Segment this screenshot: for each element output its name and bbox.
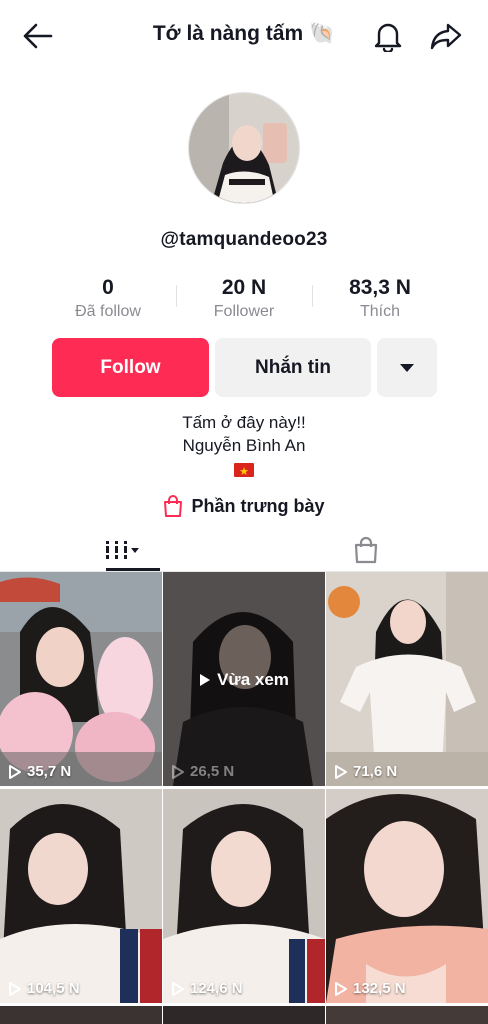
view-count-label: 35,7 N <box>27 763 72 780</box>
play-icon <box>335 981 347 996</box>
follow-button[interactable]: Follow <box>52 338 209 397</box>
play-icon <box>200 674 211 686</box>
view-count: 26,5 N <box>171 763 234 780</box>
content-tabs <box>0 528 488 572</box>
grid-menu-icon <box>106 541 139 559</box>
view-count: 35,7 N <box>8 763 71 780</box>
active-tab-indicator <box>106 568 160 571</box>
play-icon <box>172 981 184 996</box>
video-thumbnail[interactable]: 104,5 N <box>0 789 162 1003</box>
share-icon[interactable] <box>428 18 464 54</box>
tab-shop[interactable] <box>244 528 488 572</box>
video-grid: 35,7 N Vừa xem 26,5 N 71,6 N 104,5 N 124… <box>0 572 488 1024</box>
message-button[interactable]: Nhắn tin <box>215 338 371 397</box>
following-stat[interactable]: 0 Đã follow <box>38 276 178 321</box>
video-thumbnail[interactable] <box>326 1006 488 1024</box>
play-icon <box>172 764 184 779</box>
username-handle: @tamquandeoo23 <box>160 229 328 250</box>
profile-stats: 0 Đã follow 20 N Follower 83,3 N Thích <box>0 276 488 326</box>
view-count: 132,5 N <box>334 980 406 997</box>
vietnam-flag-icon <box>234 461 254 484</box>
play-icon <box>9 981 21 996</box>
showcase-label: Phần trưng bày <box>191 495 325 516</box>
likes-count: 83,3 N <box>349 276 411 299</box>
video-thumbnail[interactable]: 71,6 N <box>326 572 488 786</box>
avatar[interactable] <box>188 92 300 204</box>
view-count-label: 26,5 N <box>190 763 235 780</box>
shopping-bag-icon <box>354 536 378 564</box>
caret-down-icon <box>400 363 414 372</box>
more-options-button[interactable] <box>377 338 437 397</box>
view-count: 71,6 N <box>334 763 397 780</box>
followers-label: Follower <box>213 303 275 320</box>
showcase-link[interactable]: Phần trưng bày <box>0 492 488 520</box>
video-thumbnail[interactable]: 35,7 N <box>0 572 162 786</box>
page-title: Tớ là nàng tấm 🐚 <box>152 22 336 45</box>
view-count-label: 104,5 N <box>27 980 80 997</box>
view-count: 124,6 N <box>171 980 243 997</box>
bio-line: Nguyễn Bình An <box>182 436 306 455</box>
view-count: 104,5 N <box>8 980 80 997</box>
bell-icon[interactable] <box>370 18 406 54</box>
watched-label: Vừa xem <box>217 670 289 689</box>
view-count-label: 124,6 N <box>190 980 243 997</box>
profile-actions: Follow Nhắn tin <box>0 338 488 398</box>
watched-overlay: Vừa xem <box>163 670 325 690</box>
following-label: Đã follow <box>75 303 141 320</box>
likes-label: Thích <box>359 303 400 320</box>
shopping-bag-icon <box>164 495 183 517</box>
video-thumbnail[interactable]: 132,5 N <box>326 789 488 1003</box>
top-bar: Tớ là nàng tấm 🐚 <box>0 0 488 72</box>
followers-stat[interactable]: 20 N Follower <box>174 276 314 321</box>
profile-bio: Tấm ở đây này!! Nguyễn Bình An <box>0 411 488 484</box>
view-count-label: 71,6 N <box>353 763 398 780</box>
followers-count: 20 N <box>221 276 267 299</box>
following-count: 0 <box>102 276 114 299</box>
bio-line: Tấm ở đây này!! <box>182 413 306 432</box>
video-thumbnail[interactable]: Vừa xem 26,5 N <box>163 572 325 786</box>
play-icon <box>335 764 347 779</box>
view-count-label: 132,5 N <box>353 980 406 997</box>
video-thumbnail[interactable] <box>0 1006 162 1024</box>
play-icon <box>9 764 21 779</box>
back-arrow-icon[interactable] <box>20 18 56 54</box>
video-thumbnail[interactable]: 124,6 N <box>163 789 325 1003</box>
video-thumbnail[interactable] <box>163 1006 325 1024</box>
likes-stat[interactable]: 83,3 N Thích <box>310 276 450 321</box>
tab-videos[interactable] <box>0 528 244 572</box>
